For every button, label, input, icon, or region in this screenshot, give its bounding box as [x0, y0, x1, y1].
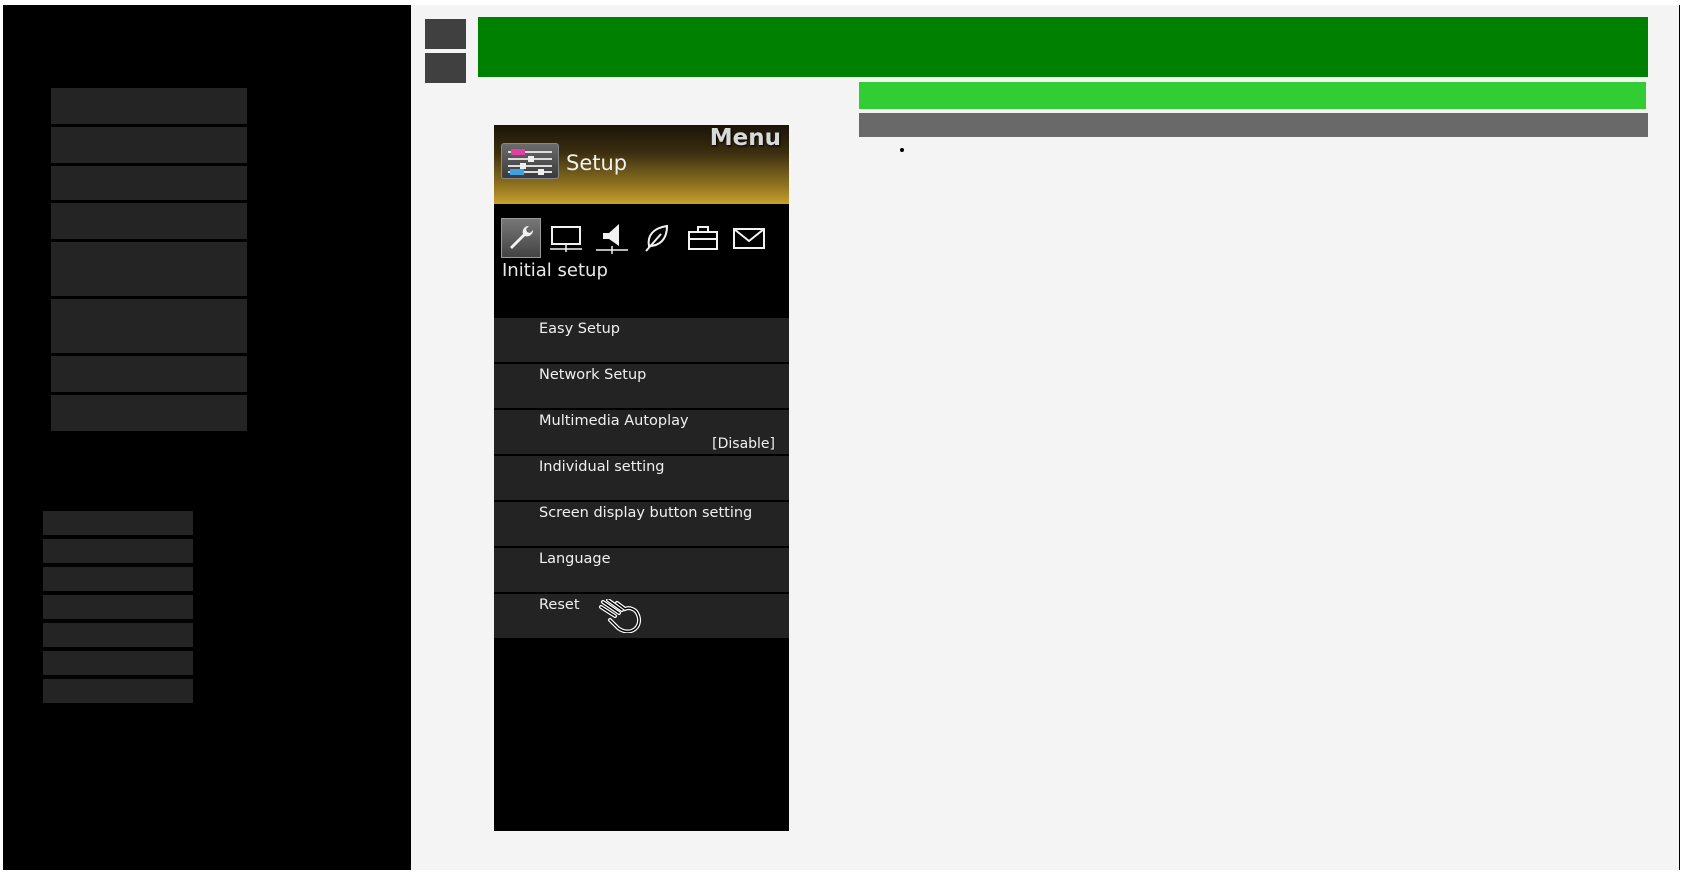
menu-label: Menu — [709, 125, 781, 151]
nav-item[interactable] — [51, 203, 247, 239]
menu-item-label: Network Setup — [539, 367, 647, 383]
menu-item-easy-setup[interactable]: Easy Setup — [494, 318, 789, 364]
nav-subitem[interactable] — [43, 651, 193, 675]
wrench-icon[interactable] — [501, 218, 541, 258]
nav-subitem[interactable] — [43, 679, 193, 703]
menu-item-label: Multimedia Autoplay — [539, 413, 689, 429]
nav-item[interactable] — [51, 166, 247, 200]
leaf-icon[interactable] — [637, 218, 677, 258]
nav-subitem[interactable] — [43, 623, 193, 647]
title-bar — [478, 17, 1648, 77]
nav-item[interactable] — [51, 395, 247, 431]
menu-title: Setup — [566, 151, 628, 175]
page-nav-button-up[interactable] — [425, 19, 466, 49]
menu-item-language[interactable]: Language — [494, 548, 789, 594]
tv-menu-screen: Menu Setup Initial setup Easy Setup Netw… — [494, 125, 789, 831]
hand-pointer-icon — [599, 598, 645, 637]
nav-subitem[interactable] — [43, 539, 193, 563]
nav-subitem[interactable] — [43, 511, 193, 535]
menu-item-multimedia-autoplay[interactable]: Multimedia Autoplay [Disable] — [494, 410, 789, 456]
monitor-icon[interactable] — [546, 218, 586, 258]
tv-menu-header: Menu Setup — [494, 125, 789, 204]
toolbox-icon[interactable] — [683, 218, 723, 258]
menu-item-label: Reset — [539, 597, 580, 613]
nav-subitem[interactable] — [43, 595, 193, 619]
nav-item[interactable] — [51, 88, 247, 124]
nav-item[interactable] — [51, 356, 247, 392]
page-nav-button-down[interactable] — [425, 53, 466, 83]
envelope-icon[interactable] — [729, 218, 769, 258]
speaker-icon[interactable] — [592, 218, 632, 258]
nav-item[interactable] — [51, 242, 247, 296]
menu-item-label: Language — [539, 551, 611, 567]
sliders-icon — [501, 143, 559, 179]
nav-subitem[interactable] — [43, 567, 193, 591]
section-heading-bar — [859, 82, 1646, 109]
menu-item-value: [Disable] — [712, 436, 775, 452]
menu-item-individual-setting[interactable]: Individual setting — [494, 456, 789, 502]
nav-item[interactable] — [51, 127, 247, 163]
menu-item-label: Individual setting — [539, 459, 665, 475]
menu-item-reset[interactable]: Reset — [494, 594, 789, 640]
menu-item-label: Easy Setup — [539, 321, 620, 337]
menu-item-label: Screen display button setting — [539, 505, 753, 521]
list-bullet — [900, 148, 904, 152]
nav-item[interactable] — [51, 299, 247, 353]
menu-item-screen-display-button-setting[interactable]: Screen display button setting — [494, 502, 789, 548]
subsection-heading-bar — [859, 113, 1648, 137]
menu-item-network-setup[interactable]: Network Setup — [494, 364, 789, 410]
section-label: Initial setup — [502, 260, 608, 281]
